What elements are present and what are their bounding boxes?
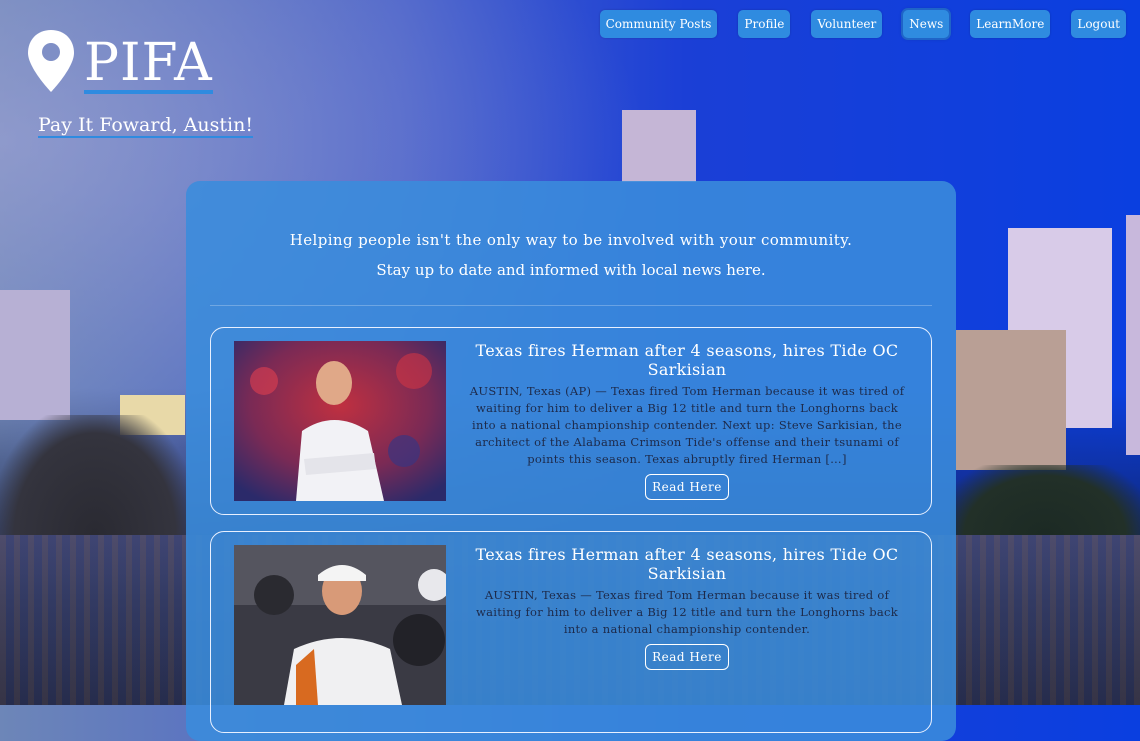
nav-profile[interactable]: Profile	[738, 10, 791, 38]
news-article: Texas fires Herman after 4 seasons, hire…	[210, 327, 932, 515]
divider	[210, 305, 932, 306]
nav-volunteer[interactable]: Volunteer	[811, 10, 883, 38]
nav-news[interactable]: News	[903, 10, 950, 38]
trees	[950, 465, 1140, 535]
intro: Helping people isn't the only way to be …	[186, 231, 956, 279]
read-here-button[interactable]: Read Here	[645, 474, 729, 500]
article-headline: Texas fires Herman after 4 seasons, hire…	[475, 545, 899, 583]
skyline-tower	[0, 290, 70, 420]
news-panel: Helping people isn't the only way to be …	[186, 181, 956, 741]
skyline-tower	[1126, 215, 1140, 455]
brand-name: PIFA	[84, 33, 213, 94]
coach-photo	[234, 545, 446, 705]
intro-line: Helping people isn't the only way to be …	[289, 231, 853, 249]
nav-logout[interactable]: Logout	[1071, 10, 1126, 38]
read-here-button[interactable]: Read Here	[645, 644, 729, 670]
article-image	[234, 341, 446, 501]
skyline-tower	[622, 110, 696, 182]
top-nav: Community Posts Profile Volunteer News L…	[599, 10, 1126, 38]
intro-line: Stay up to date and informed with local …	[376, 261, 766, 279]
article-content: Texas fires Herman after 4 seasons, hire…	[467, 532, 907, 670]
article-content: Texas fires Herman after 4 seasons, hire…	[467, 328, 907, 500]
logo[interactable]: PIFA	[26, 28, 213, 94]
nav-community-posts[interactable]: Community Posts	[599, 10, 718, 38]
news-article: Texas fires Herman after 4 seasons, hire…	[210, 531, 932, 733]
article-summary: AUSTIN, Texas (AP) — Texas fired Tom Her…	[469, 384, 905, 466]
tagline: Pay It Foward, Austin!	[38, 114, 254, 138]
map-pin-icon	[28, 30, 74, 92]
nav-learn-more[interactable]: LearnMore	[970, 10, 1051, 38]
skyline-tower	[956, 330, 1066, 470]
article-image	[234, 545, 446, 705]
coach-photo	[234, 341, 446, 501]
article-headline: Texas fires Herman after 4 seasons, hire…	[475, 341, 899, 379]
trees	[0, 415, 190, 535]
article-summary: AUSTIN, Texas — Texas fired Tom Herman b…	[475, 588, 899, 636]
